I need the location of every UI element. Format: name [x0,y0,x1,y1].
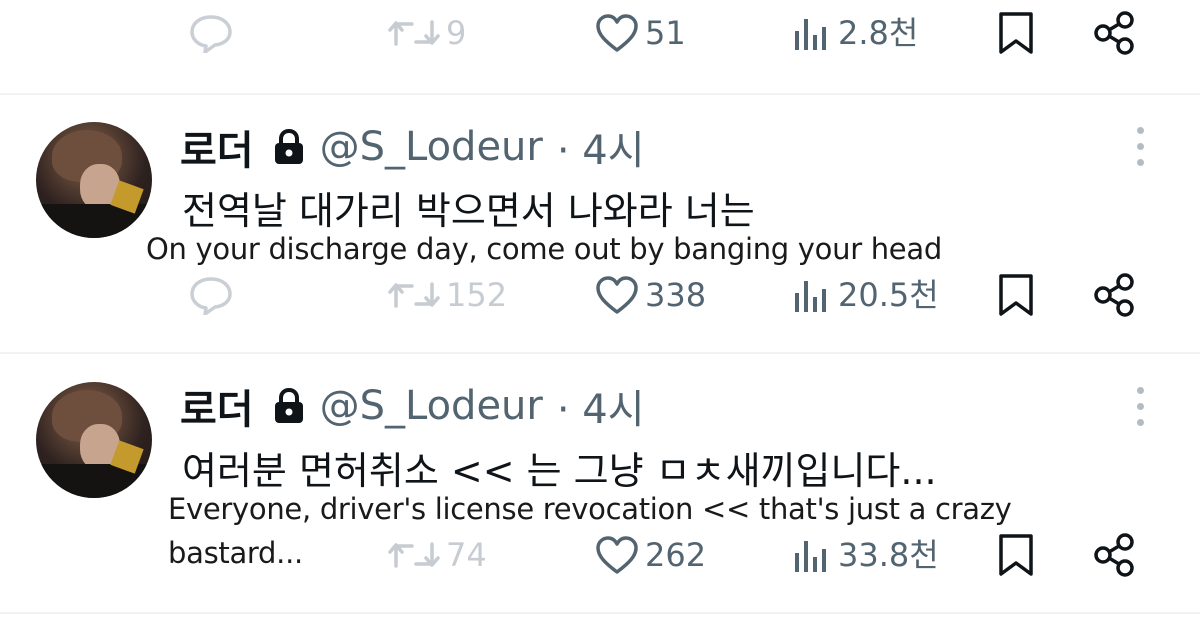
retweet-count: 74 [446,536,487,574]
tweet-time[interactable]: · 4시 [557,377,645,435]
share-icon [1094,273,1134,317]
tweet-text: 전역날 대가리 박으면서 나와라 너는 [182,189,755,233]
tweet-divider [0,93,1200,95]
tweet-divider [0,612,1200,614]
views-button[interactable]: 20.5천 [792,270,939,320]
like-count: 262 [645,536,707,574]
tweet-divider [0,352,1200,354]
retweet-icon [388,20,440,46]
reply-icon [190,277,232,315]
views-icon [795,19,826,50]
reply-button[interactable] [188,8,234,58]
share-icon [1094,11,1134,55]
share-button[interactable] [1092,270,1136,320]
tweet-1-action-bar: 9 51 2.8천 [0,8,1200,58]
avatar[interactable] [36,122,152,238]
lock-icon [272,387,306,425]
like-button[interactable]: 51 [595,8,686,58]
heart-icon [596,14,638,52]
bookmark-button[interactable] [997,270,1035,320]
lock-icon [272,128,306,166]
views-icon [795,541,826,572]
like-button[interactable]: 338 [595,270,706,320]
tweet-header: 로더 @S_Lodeur · 4시 [180,377,645,435]
share-button[interactable] [1092,8,1136,58]
translation-line: Everyone, driver's license revocation <<… [168,492,1012,526]
reply-button[interactable] [188,270,234,320]
bookmark-button[interactable] [997,8,1035,58]
retweet-button[interactable]: 74 [388,530,487,580]
like-count: 338 [645,276,707,314]
more-icon[interactable] [1130,124,1150,170]
translation-line: On your discharge day, come out by bangi… [146,232,942,266]
views-button[interactable]: 33.8천 [792,530,939,580]
tweet-time[interactable]: · 4시 [557,118,645,176]
heart-icon [596,536,638,574]
user-handle[interactable]: @S_Lodeur [320,383,543,429]
heart-icon [596,276,638,314]
bookmark-icon [999,534,1033,576]
retweet-button[interactable]: 152 [388,270,507,320]
tweet-2-action-bar: 152 338 20.5천 [0,270,1200,320]
share-icon [1094,533,1134,577]
retweet-count: 9 [446,14,467,52]
views-count: 20.5천 [838,276,939,314]
avatar[interactable] [36,382,152,498]
tweet-3-action-bar: 74 262 33.8천 [0,530,1200,580]
display-name[interactable]: 로더 [180,377,254,435]
retweet-count: 152 [446,276,508,314]
retweet-icon [388,542,440,568]
display-name[interactable]: 로더 [180,118,254,176]
like-count: 51 [645,14,686,52]
tweet-header: 로더 @S_Lodeur · 4시 [180,118,645,176]
bookmark-icon [999,274,1033,316]
bookmark-button[interactable] [997,530,1035,580]
retweet-button[interactable]: 9 [388,8,466,58]
retweet-icon [388,282,440,308]
views-count: 2.8천 [838,14,919,52]
like-button[interactable]: 262 [595,530,706,580]
share-button[interactable] [1092,530,1136,580]
views-count: 33.8천 [838,536,939,574]
reply-icon [190,15,232,53]
bookmark-icon [999,12,1033,54]
views-button[interactable]: 2.8천 [792,8,918,58]
user-handle[interactable]: @S_Lodeur [320,124,543,170]
views-icon [795,281,826,312]
tweet-text: 여러분 면허취소 << 는 그냥 ㅁㅊ새끼입니다... [182,449,937,493]
more-icon[interactable] [1130,384,1150,430]
